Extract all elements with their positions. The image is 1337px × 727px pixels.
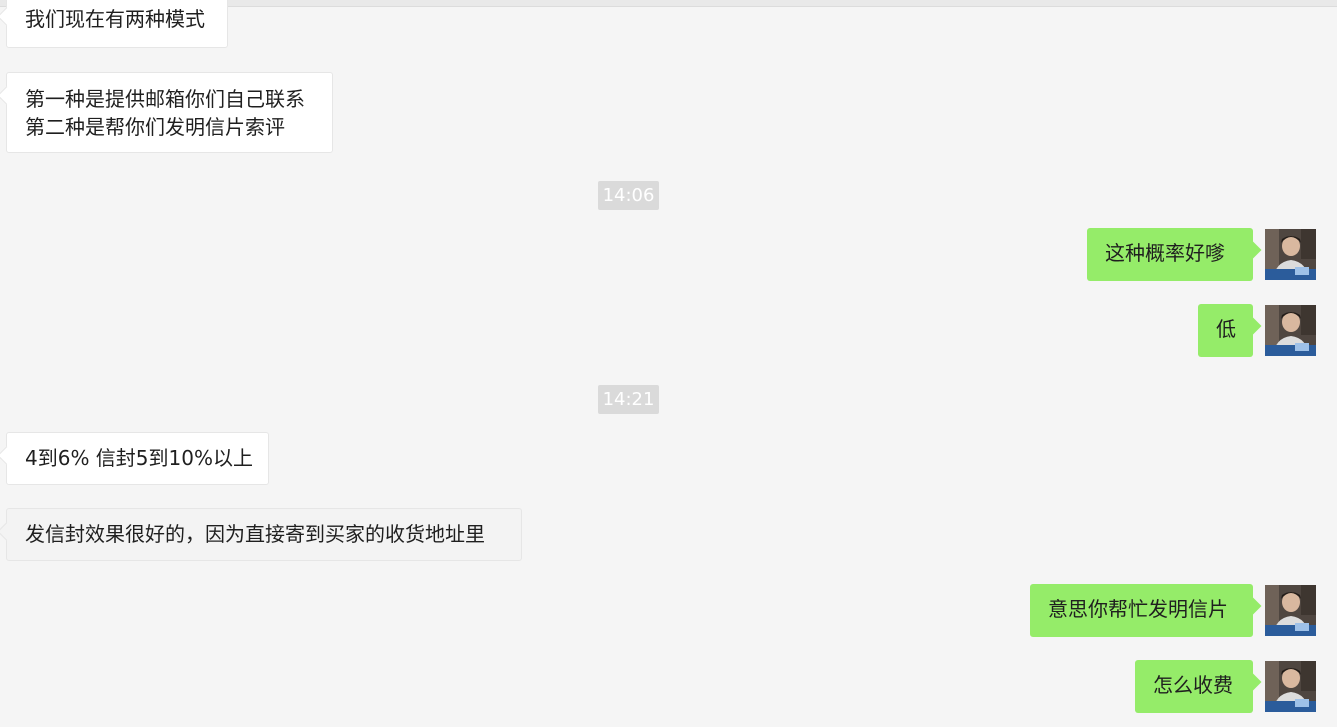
avatar-photo-icon (1265, 229, 1316, 280)
message-text: 意思你帮忙发明信片 (1048, 597, 1228, 621)
message-text-line: 第二种是帮你们发明信片索评 (25, 115, 285, 139)
message-text: 4到6% 信封5到10%以上 (25, 446, 253, 470)
timestamp: 14:21 (598, 385, 659, 414)
message-text: 这种概率好嗲 (1105, 241, 1225, 265)
avatar-photo-icon (1265, 305, 1316, 356)
user-avatar[interactable] (1265, 585, 1316, 636)
message-text-line: 第一种是提供邮箱你们自己联系 (25, 87, 305, 111)
incoming-message[interactable]: 4到6% 信封5到10%以上 (6, 432, 269, 485)
user-avatar[interactable] (1265, 661, 1316, 712)
message-text: 发信封效果很好的，因为直接寄到买家的收货地址里 (25, 522, 485, 546)
incoming-message[interactable]: 第一种是提供邮箱你们自己联系 第二种是帮你们发明信片索评 (6, 72, 333, 153)
user-avatar[interactable] (1265, 305, 1316, 356)
incoming-message[interactable]: 发信封效果很好的，因为直接寄到买家的收货地址里 (6, 508, 522, 561)
outgoing-message[interactable]: 这种概率好嗲 (1087, 228, 1253, 281)
timestamp: 14:06 (598, 181, 659, 210)
avatar-photo-icon (1265, 661, 1316, 712)
outgoing-message[interactable]: 怎么收费 (1135, 660, 1253, 713)
incoming-message[interactable]: 我们现在有两种模式 (6, 0, 228, 48)
outgoing-message[interactable]: 意思你帮忙发明信片 (1030, 584, 1253, 637)
avatar-photo-icon (1265, 585, 1316, 636)
user-avatar[interactable] (1265, 229, 1316, 280)
message-text: 怎么收费 (1153, 673, 1233, 697)
message-text: 低 (1216, 317, 1236, 341)
message-text: 我们现在有两种模式 (25, 7, 205, 31)
outgoing-message[interactable]: 低 (1198, 304, 1253, 357)
